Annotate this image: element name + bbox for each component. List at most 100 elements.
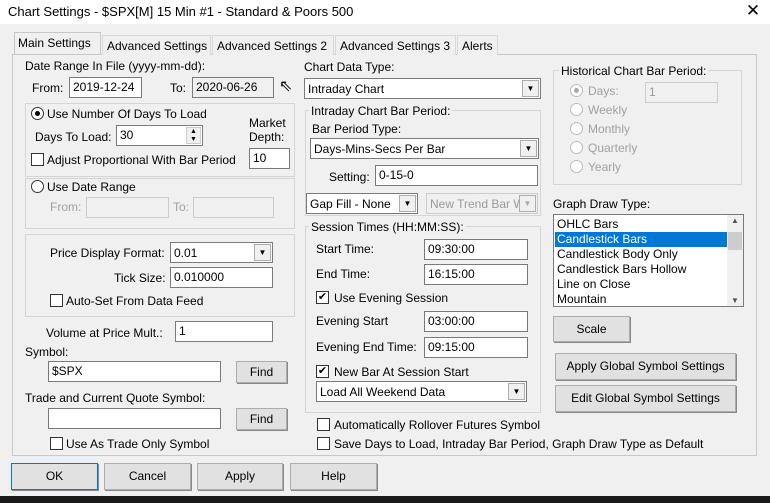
weekend-data-select[interactable]: Load All Weekend Data ▼ (316, 381, 527, 402)
start-time-input[interactable]: 09:30:00 (424, 239, 528, 260)
edit-global-symbol-settings-button[interactable]: Edit Global Symbol Settings (555, 385, 736, 412)
chevron-down-icon: ▼ (399, 195, 416, 212)
end-time-input[interactable]: 16:15:00 (424, 264, 528, 285)
chart-data-type-select[interactable]: Intraday Chart ▼ (304, 78, 541, 99)
historical-weekly-label: Weekly (588, 103, 628, 117)
use-days-radio[interactable] (31, 107, 44, 120)
graph-draw-type-list[interactable]: OHLC Bars Candlestick Bars Candlestick B… (553, 214, 744, 307)
window-title: Chart Settings - $SPX[M] 15 Min #1 - Sta… (8, 4, 354, 19)
range-to-input[interactable] (193, 197, 274, 218)
historical-days-radio[interactable] (570, 84, 583, 97)
close-icon[interactable]: ✕ (744, 1, 762, 21)
bar-period-type-label: Bar Period Type: (312, 122, 402, 136)
chevron-down-icon: ▼ (254, 244, 271, 261)
to-date-input[interactable]: 2020-06-26 (192, 77, 274, 98)
price-format-value: 0.01 (174, 246, 198, 260)
range-to-label: To: (173, 200, 190, 214)
end-time-label: End Time: (316, 267, 371, 281)
chevron-down-icon[interactable]: ▼ (727, 296, 743, 305)
market-depth-label-1: Market (249, 116, 286, 130)
symbol-label: Symbol: (25, 345, 69, 359)
list-item[interactable]: Line on Close (555, 277, 729, 292)
chevron-down-icon: ▼ (522, 80, 539, 97)
volume-label: Volume at Price Mult.: (46, 326, 163, 340)
weekend-data-value: Load All Weekend Data (320, 385, 446, 399)
list-item-selected[interactable]: Candlestick Bars (555, 232, 729, 247)
days-spinner[interactable]: ▲ ▼ (186, 127, 201, 144)
new-trend-bar-select[interactable]: New Trend Bar W ▼ (426, 193, 538, 214)
tab-advanced-settings-3[interactable]: Advanced Settings 3 (335, 35, 456, 55)
gap-fill-select[interactable]: Gap Fill - None ▼ (306, 193, 418, 214)
find-symbol-button[interactable]: Find (236, 361, 287, 383)
trade-only-checkbox[interactable] (50, 437, 63, 450)
historical-quarterly-radio[interactable] (570, 141, 583, 154)
historical-yearly-radio[interactable] (570, 160, 583, 173)
save-default-label: Save Days to Load, Intraday Bar Period, … (334, 437, 704, 451)
range-from-input[interactable] (86, 197, 169, 218)
chevron-up-icon[interactable]: ▲ (727, 216, 743, 225)
start-time-label: Start Time: (316, 242, 375, 256)
bar-period-type-select[interactable]: Days-Mins-Secs Per Bar ▼ (310, 138, 539, 159)
new-bar-session-checkbox[interactable]: ✔ (316, 365, 329, 378)
cancel-button[interactable]: Cancel (104, 463, 191, 490)
ok-button[interactable]: OK (11, 463, 98, 490)
scrollbar-thumb[interactable] (728, 232, 742, 250)
setting-input[interactable]: 0-15-0 (375, 165, 538, 186)
volume-input[interactable]: 1 (175, 321, 273, 342)
to-label: To: (170, 81, 187, 95)
auto-set-label: Auto-Set From Data Feed (66, 294, 204, 308)
adjust-proportional-checkbox[interactable] (31, 153, 44, 166)
apply-button[interactable]: Apply (197, 463, 283, 490)
tab-advanced-settings[interactable]: Advanced Settings (102, 35, 211, 55)
tick-size-input[interactable]: 0.010000 (170, 267, 273, 288)
historical-yearly-label: Yearly (588, 160, 621, 174)
historical-monthly-label: Monthly (588, 122, 631, 136)
historical-weekly-radio[interactable] (570, 103, 583, 116)
scale-button[interactable]: Scale (553, 316, 630, 342)
range-from-label: From: (50, 200, 82, 214)
rollover-label: Automatically Rollover Futures Symbol (334, 418, 541, 432)
historical-monthly-radio[interactable] (570, 122, 583, 135)
list-item[interactable]: Mountain (555, 292, 729, 307)
use-date-range-radio[interactable] (31, 180, 44, 193)
list-item[interactable]: OHLC Bars (555, 217, 729, 232)
historical-days-input[interactable]: 1 (645, 82, 718, 103)
price-format-select[interactable]: 0.01 ▼ (170, 242, 273, 263)
tab-alerts[interactable]: Alerts (457, 35, 498, 55)
chart-data-type-label: Chart Data Type: (304, 60, 395, 74)
session-legend: Session Times (HH:MM:SS): (309, 220, 466, 234)
apply-global-symbol-settings-button[interactable]: Apply Global Symbol Settings (555, 353, 736, 380)
scrollbar[interactable]: ▲ ▼ (727, 215, 743, 306)
evening-start-label: Evening Start (316, 314, 389, 328)
graph-draw-type-label: Graph Draw Type: (553, 197, 651, 211)
market-depth-input[interactable]: 10 (249, 148, 290, 169)
evening-session-checkbox[interactable]: ✔ (316, 291, 329, 304)
price-format-label: Price Display Format: (50, 246, 165, 260)
setting-label: Setting: (329, 170, 370, 184)
tab-main-settings[interactable]: Main Settings (14, 32, 101, 55)
trade-symbol-label: Trade and Current Quote Symbol: (25, 391, 206, 405)
list-item[interactable]: Candlestick Bars Hollow (555, 262, 729, 277)
evening-end-input[interactable]: 09:15:00 (424, 337, 528, 358)
taskbar-strip (0, 496, 770, 503)
save-default-checkbox[interactable] (317, 437, 330, 450)
trade-only-label: Use As Trade Only Symbol (66, 437, 210, 451)
from-date-input[interactable]: 2019-12-24 (69, 77, 142, 98)
evening-start-input[interactable]: 03:00:00 (424, 311, 528, 332)
auto-set-checkbox[interactable] (50, 294, 63, 307)
use-date-range-label: Use Date Range (47, 180, 136, 194)
symbol-input[interactable]: $SPX (48, 361, 221, 382)
tab-advanced-settings-2[interactable]: Advanced Settings 2 (212, 35, 334, 55)
find-trade-symbol-button[interactable]: Find (236, 408, 287, 430)
help-button[interactable]: Help (290, 463, 377, 490)
market-depth-label-2: Depth: (249, 130, 285, 144)
trade-symbol-input[interactable] (48, 408, 221, 429)
bar-period-type-value: Days-Mins-Secs Per Bar (314, 142, 446, 156)
gap-fill-value: Gap Fill - None (310, 197, 391, 211)
adjust-proportional-label: Adjust Proportional With Bar Period (47, 153, 236, 167)
new-bar-session-label: New Bar At Session Start (334, 365, 469, 379)
use-days-label: Use Number Of Days To Load (47, 107, 207, 121)
historical-days-label: Days: (588, 84, 619, 98)
rollover-checkbox[interactable] (317, 418, 330, 431)
list-item[interactable]: Candlestick Body Only (555, 247, 729, 262)
